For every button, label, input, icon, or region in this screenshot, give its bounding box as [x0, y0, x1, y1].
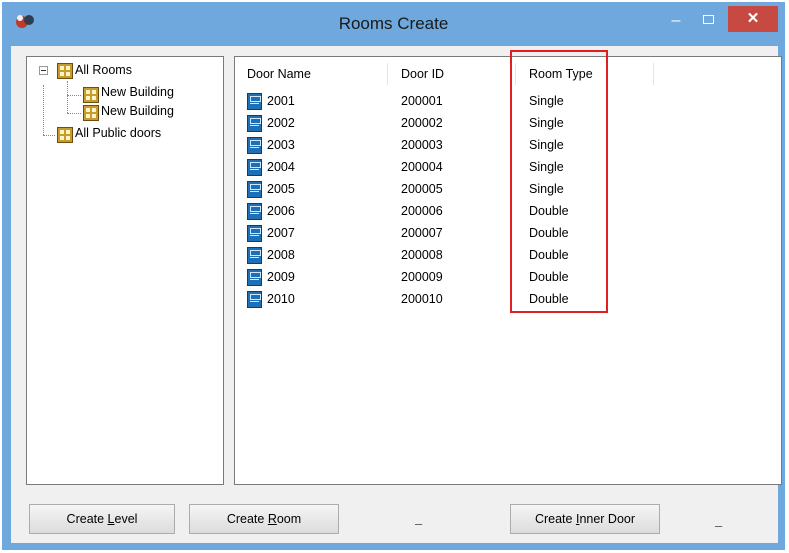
tree-item-new-building[interactable]: New Building: [101, 104, 174, 118]
collapse-toggle-icon[interactable]: [39, 66, 48, 75]
maximize-icon: [703, 15, 714, 24]
close-button[interactable]: ✕: [728, 6, 778, 32]
table-row[interactable]: 2002 200002 Single: [235, 113, 781, 135]
tree-connector: [67, 95, 81, 96]
table-row[interactable]: 2006 200006 Double: [235, 201, 781, 223]
door-icon: [247, 115, 262, 132]
cell-door-id: 200003: [401, 138, 443, 152]
button-label: Create: [66, 512, 108, 526]
tree-connector: [67, 81, 68, 113]
column-separator[interactable]: [387, 63, 388, 85]
button-accelerator: R: [267, 512, 277, 526]
table-row[interactable]: 2003 200003 Single: [235, 135, 781, 157]
cell-door-id: 200004: [401, 160, 443, 174]
maximize-button[interactable]: [695, 8, 723, 34]
door-icon: [247, 247, 262, 264]
window-client-area: All Rooms New Building New Building All …: [11, 46, 782, 543]
cell-door-id: 200001: [401, 94, 443, 108]
hidden-button-placeholder: –: [415, 516, 423, 531]
building-icon: [57, 63, 73, 79]
cell-door-name: 2004: [267, 160, 295, 174]
table-row[interactable]: 2005 200005 Single: [235, 179, 781, 201]
cell-door-id: 200010: [401, 292, 443, 306]
table-row[interactable]: 2001 200001 Single: [235, 91, 781, 113]
cell-door-name: 2005: [267, 182, 295, 196]
cell-door-name: 2003: [267, 138, 295, 152]
cell-door-name: 2009: [267, 270, 295, 284]
create-inner-door-button[interactable]: Create Inner Door: [510, 504, 660, 534]
door-icon: [247, 225, 262, 242]
create-level-button[interactable]: Create Level: [29, 504, 175, 534]
cell-door-id: 200006: [401, 204, 443, 218]
building-icon: [83, 87, 99, 103]
door-icon: [247, 93, 262, 110]
door-icon: [247, 181, 262, 198]
column-header-door-id[interactable]: Door ID: [401, 67, 444, 81]
button-label: evel: [114, 512, 138, 526]
tree-connector: [67, 113, 81, 114]
minimize-button[interactable]: –: [662, 8, 690, 34]
table-row[interactable]: 2004 200004 Single: [235, 157, 781, 179]
cell-door-name: 2010: [267, 292, 295, 306]
cell-door-name: 2002: [267, 116, 295, 130]
column-separator[interactable]: [653, 63, 654, 85]
title-bar: Rooms Create – ✕: [2, 2, 785, 46]
door-icon: [247, 203, 262, 220]
building-icon: [83, 105, 99, 121]
cell-door-name: 2008: [267, 248, 295, 262]
tree-connector: [43, 135, 55, 136]
table-row[interactable]: 2010 200010 Double: [235, 289, 781, 311]
column-header-door-name[interactable]: Door Name: [247, 67, 311, 81]
button-label: Create: [534, 512, 576, 526]
table-row[interactable]: 2009 200009 Double: [235, 267, 781, 289]
cell-door-id: 200005: [401, 182, 443, 196]
door-icon: [247, 291, 262, 308]
button-label: nner Door: [579, 512, 636, 526]
building-icon: [57, 127, 73, 143]
rooms-create-window: Rooms Create – ✕ All Rooms New Building …: [2, 2, 785, 550]
tree-item-all-rooms[interactable]: All Rooms: [75, 63, 132, 77]
table-row[interactable]: 2007 200007 Double: [235, 223, 781, 245]
tree-item-all-public-doors[interactable]: All Public doors: [75, 126, 161, 140]
rooms-tree[interactable]: All Rooms New Building New Building All …: [26, 56, 224, 485]
button-accelerator: L: [107, 512, 115, 526]
cell-door-name: 2006: [267, 204, 295, 218]
tree-connector: [43, 85, 44, 135]
doors-list[interactable]: Door Name Door ID Room Type 2001 200001 …: [234, 56, 782, 485]
room-type-highlight-box: [510, 50, 608, 313]
cell-door-id: 200009: [401, 270, 443, 284]
button-label: oom: [276, 512, 302, 526]
cell-door-name: 2001: [267, 94, 295, 108]
hidden-button-placeholder: –: [715, 518, 723, 533]
cell-door-id: 200007: [401, 226, 443, 240]
create-room-button[interactable]: Create Room: [189, 504, 339, 534]
door-icon: [247, 137, 262, 154]
button-label: Create: [226, 512, 268, 526]
tree-item-new-building[interactable]: New Building: [101, 85, 174, 99]
cell-door-name: 2007: [267, 226, 295, 240]
cell-door-id: 200002: [401, 116, 443, 130]
table-row[interactable]: 2008 200008 Double: [235, 245, 781, 267]
cell-door-id: 200008: [401, 248, 443, 262]
door-icon: [247, 269, 262, 286]
door-icon: [247, 159, 262, 176]
